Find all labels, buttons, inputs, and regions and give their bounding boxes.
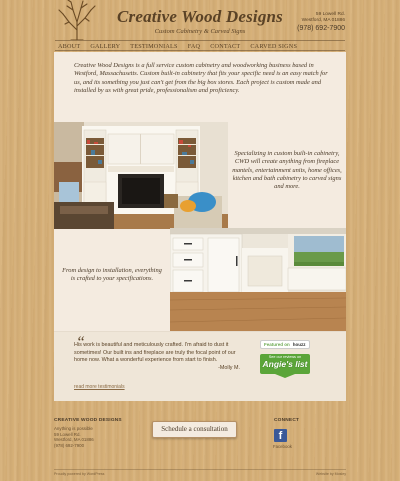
angies-list-badge[interactable]: See our reviews on Angie's list bbox=[260, 354, 310, 374]
tree-logo-icon[interactable] bbox=[55, 0, 99, 40]
main-nav: ABOUT GALLERY TESTIMONIALS FAQ CONTACT C… bbox=[55, 40, 345, 51]
website-credit-text[interactable]: Website by Mosley bbox=[316, 472, 346, 476]
site-header: Creative Wood Designs Custom Cabinetry &… bbox=[0, 0, 400, 40]
footer-phone[interactable]: (978) 692-7900 bbox=[54, 443, 122, 449]
site-title[interactable]: Creative Wood Designs bbox=[100, 7, 300, 27]
nav-contact[interactable]: CONTACT bbox=[205, 41, 245, 50]
connect-heading: CONNECT bbox=[274, 418, 300, 423]
nav-gallery[interactable]: GALLERY bbox=[85, 41, 125, 50]
powered-by-text[interactable]: Proudly powered by WordPress bbox=[54, 472, 104, 476]
schedule-consultation-button[interactable]: Schedule a consultation bbox=[152, 421, 237, 438]
footer-company-heading: CREATIVE WOOD DESIGNS bbox=[54, 418, 122, 423]
design-blurb: From design to installation, everything … bbox=[62, 267, 162, 283]
services-blurb: Specializing in custom built-in cabinetr… bbox=[232, 150, 342, 191]
site-tagline: Custom Cabinetry & Carved Signs bbox=[154, 28, 246, 35]
header-contact: 59 Lowell Rd. Westford, MA 01886 (978) 6… bbox=[297, 12, 345, 32]
houzz-badge[interactable]: Featured on houzz bbox=[260, 340, 310, 349]
header-phone[interactable]: (978) 692-7900 bbox=[297, 25, 345, 32]
footer-connect: CONNECT f Facebook bbox=[273, 418, 300, 449]
read-more-testimonials-link[interactable]: read more testimonials bbox=[74, 384, 125, 390]
angies-badge-tail bbox=[275, 374, 295, 378]
intro-text: Creative Wood Designs is a full service … bbox=[74, 62, 328, 94]
nav-carved-signs[interactable]: CARVED SIGNS bbox=[245, 41, 302, 50]
houzz-logo: houzz bbox=[292, 342, 306, 347]
main-content: Creative Wood Designs is a full service … bbox=[54, 52, 346, 401]
nav-about[interactable]: ABOUT bbox=[55, 41, 85, 50]
testimonial-text: His work is beautiful and meticulously c… bbox=[74, 342, 236, 364]
nav-testimonials[interactable]: TESTIMONIALS bbox=[125, 41, 182, 50]
houzz-featured-label: Featured on bbox=[264, 342, 290, 347]
footer-bottom: Proudly powered by WordPress Website by … bbox=[54, 472, 346, 478]
header-address-line2: Westford, MA 01886 bbox=[301, 18, 345, 23]
cabinetry-photo bbox=[170, 228, 346, 331]
facebook-icon[interactable]: f bbox=[274, 429, 287, 442]
testimonial-section: “ His work is beautiful and meticulously… bbox=[54, 331, 346, 401]
testimonial-author: -Molly M. bbox=[218, 365, 240, 371]
nav-faq[interactable]: FAQ bbox=[183, 41, 206, 50]
facebook-label[interactable]: Facebook bbox=[273, 444, 292, 449]
footer-divider bbox=[54, 469, 346, 470]
angies-list-logo: Angie's list bbox=[262, 359, 308, 369]
living-room-photo bbox=[54, 122, 228, 229]
footer-company: CREATIVE WOOD DESIGNS Anything is possib… bbox=[54, 418, 122, 448]
